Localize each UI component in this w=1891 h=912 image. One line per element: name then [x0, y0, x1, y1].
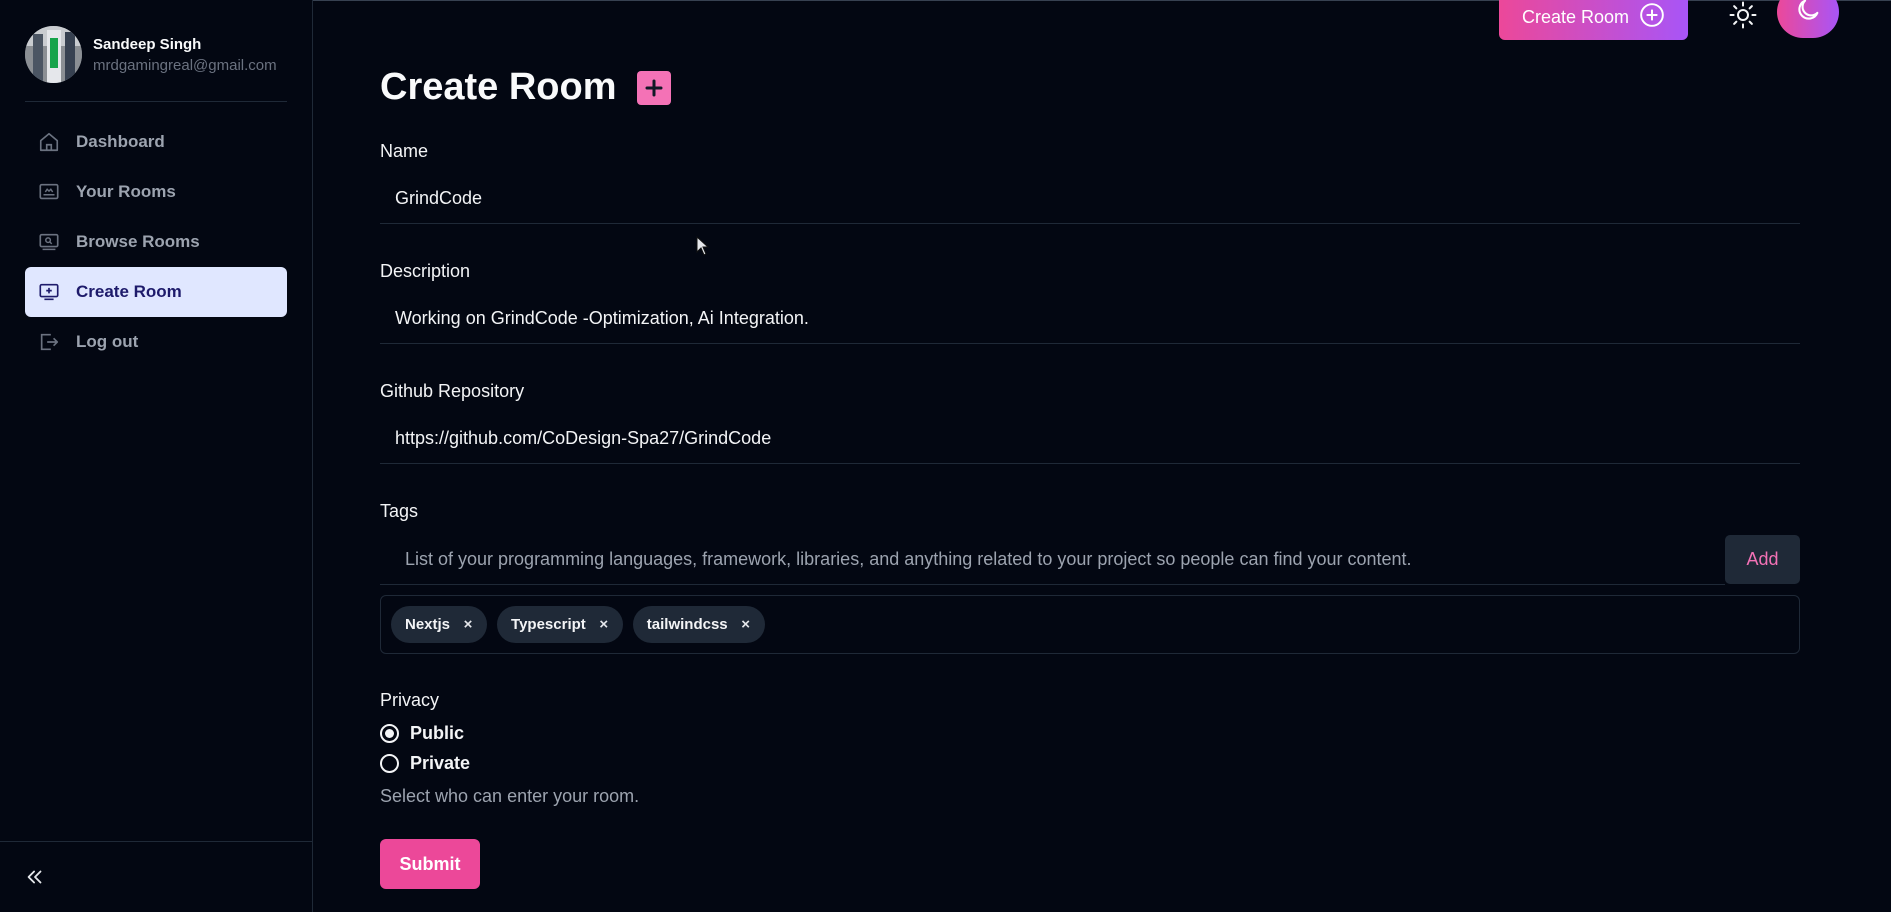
tag-label: Typescript	[511, 616, 586, 633]
privacy-help-text: Select who can enter your room.	[380, 786, 640, 806]
description-input[interactable]	[380, 294, 1800, 344]
home-icon	[38, 131, 60, 153]
page-title: Create Room	[380, 66, 617, 108]
mouse-cursor-icon	[696, 235, 710, 261]
remove-tag-icon[interactable]: ×	[738, 616, 754, 633]
add-tag-button[interactable]: Add	[1725, 535, 1800, 584]
avatar	[25, 26, 82, 83]
radio-label: Private	[410, 753, 471, 773]
tag-chip: tailwindcss ×	[632, 606, 765, 643]
radio-private[interactable]	[380, 754, 399, 773]
create-room-button[interactable]: Create Room	[1499, 0, 1688, 40]
sidebar-item-label: Create Room	[76, 282, 182, 301]
github-label: Github Repository	[380, 381, 525, 401]
tags-list: Nextjs × Typescript × tailwindcss ×	[380, 595, 1800, 654]
github-repository-input[interactable]	[380, 414, 1800, 464]
radio-public[interactable]	[380, 724, 399, 743]
tag-chip: Nextjs ×	[391, 606, 488, 643]
description-label: Description	[380, 261, 471, 281]
sidebar-footer	[0, 841, 313, 912]
tags-input[interactable]	[380, 535, 1725, 585]
radio-label: Public	[410, 723, 465, 743]
sidebar-item-create-room[interactable]: Create Room	[25, 267, 287, 317]
sidebar-item-label: Your Rooms	[76, 182, 176, 201]
sidebar: Sandeep Singh mrdgamingreal@gmail.com Da…	[0, 0, 313, 912]
create-room-icon	[38, 281, 60, 303]
privacy-label: Privacy	[380, 690, 440, 710]
sidebar-item-log-out[interactable]: Log out	[25, 317, 287, 367]
name-label: Name	[380, 141, 429, 161]
sidebar-item-dashboard[interactable]: Dashboard	[25, 117, 287, 167]
light-mode-icon[interactable]	[1728, 0, 1758, 30]
submit-button[interactable]: Submit	[380, 839, 480, 889]
tag-label: Nextjs	[405, 616, 451, 633]
sidebar-item-browse-rooms[interactable]: Browse Rooms	[25, 217, 287, 267]
plus-circle-icon	[1639, 2, 1665, 33]
rooms-icon	[38, 181, 60, 203]
tag-chip: Typescript ×	[497, 606, 623, 643]
user-name: Sandeep Singh	[93, 36, 202, 53]
remove-tag-icon[interactable]: ×	[460, 616, 476, 633]
moon-icon	[1794, 0, 1822, 29]
sidebar-item-your-rooms[interactable]: Your Rooms	[25, 167, 287, 217]
user-email: mrdgamingreal@gmail.com	[93, 57, 277, 74]
logout-icon	[38, 331, 60, 353]
tags-label: Tags	[380, 501, 419, 521]
dark-mode-toggle[interactable]	[1777, 0, 1839, 38]
privacy-option-public[interactable]: Public	[380, 723, 464, 744]
user-profile[interactable]: Sandeep Singh mrdgamingreal@gmail.com	[25, 26, 287, 102]
sidebar-item-label: Dashboard	[76, 132, 165, 151]
browse-icon	[38, 231, 60, 253]
privacy-option-private[interactable]: Private	[380, 753, 470, 774]
add-icon-button[interactable]	[637, 71, 671, 105]
remove-tag-icon[interactable]: ×	[596, 616, 612, 633]
sidebar-item-label: Log out	[76, 332, 139, 351]
create-room-button-label: Create Room	[1521, 6, 1630, 27]
sidebar-nav: Dashboard Your Rooms Browse Rooms Create…	[25, 117, 287, 367]
name-input[interactable]	[380, 174, 1800, 224]
sidebar-item-label: Browse Rooms	[76, 232, 200, 251]
collapse-sidebar-icon[interactable]	[24, 866, 46, 888]
tag-label: tailwindcss	[646, 616, 728, 633]
